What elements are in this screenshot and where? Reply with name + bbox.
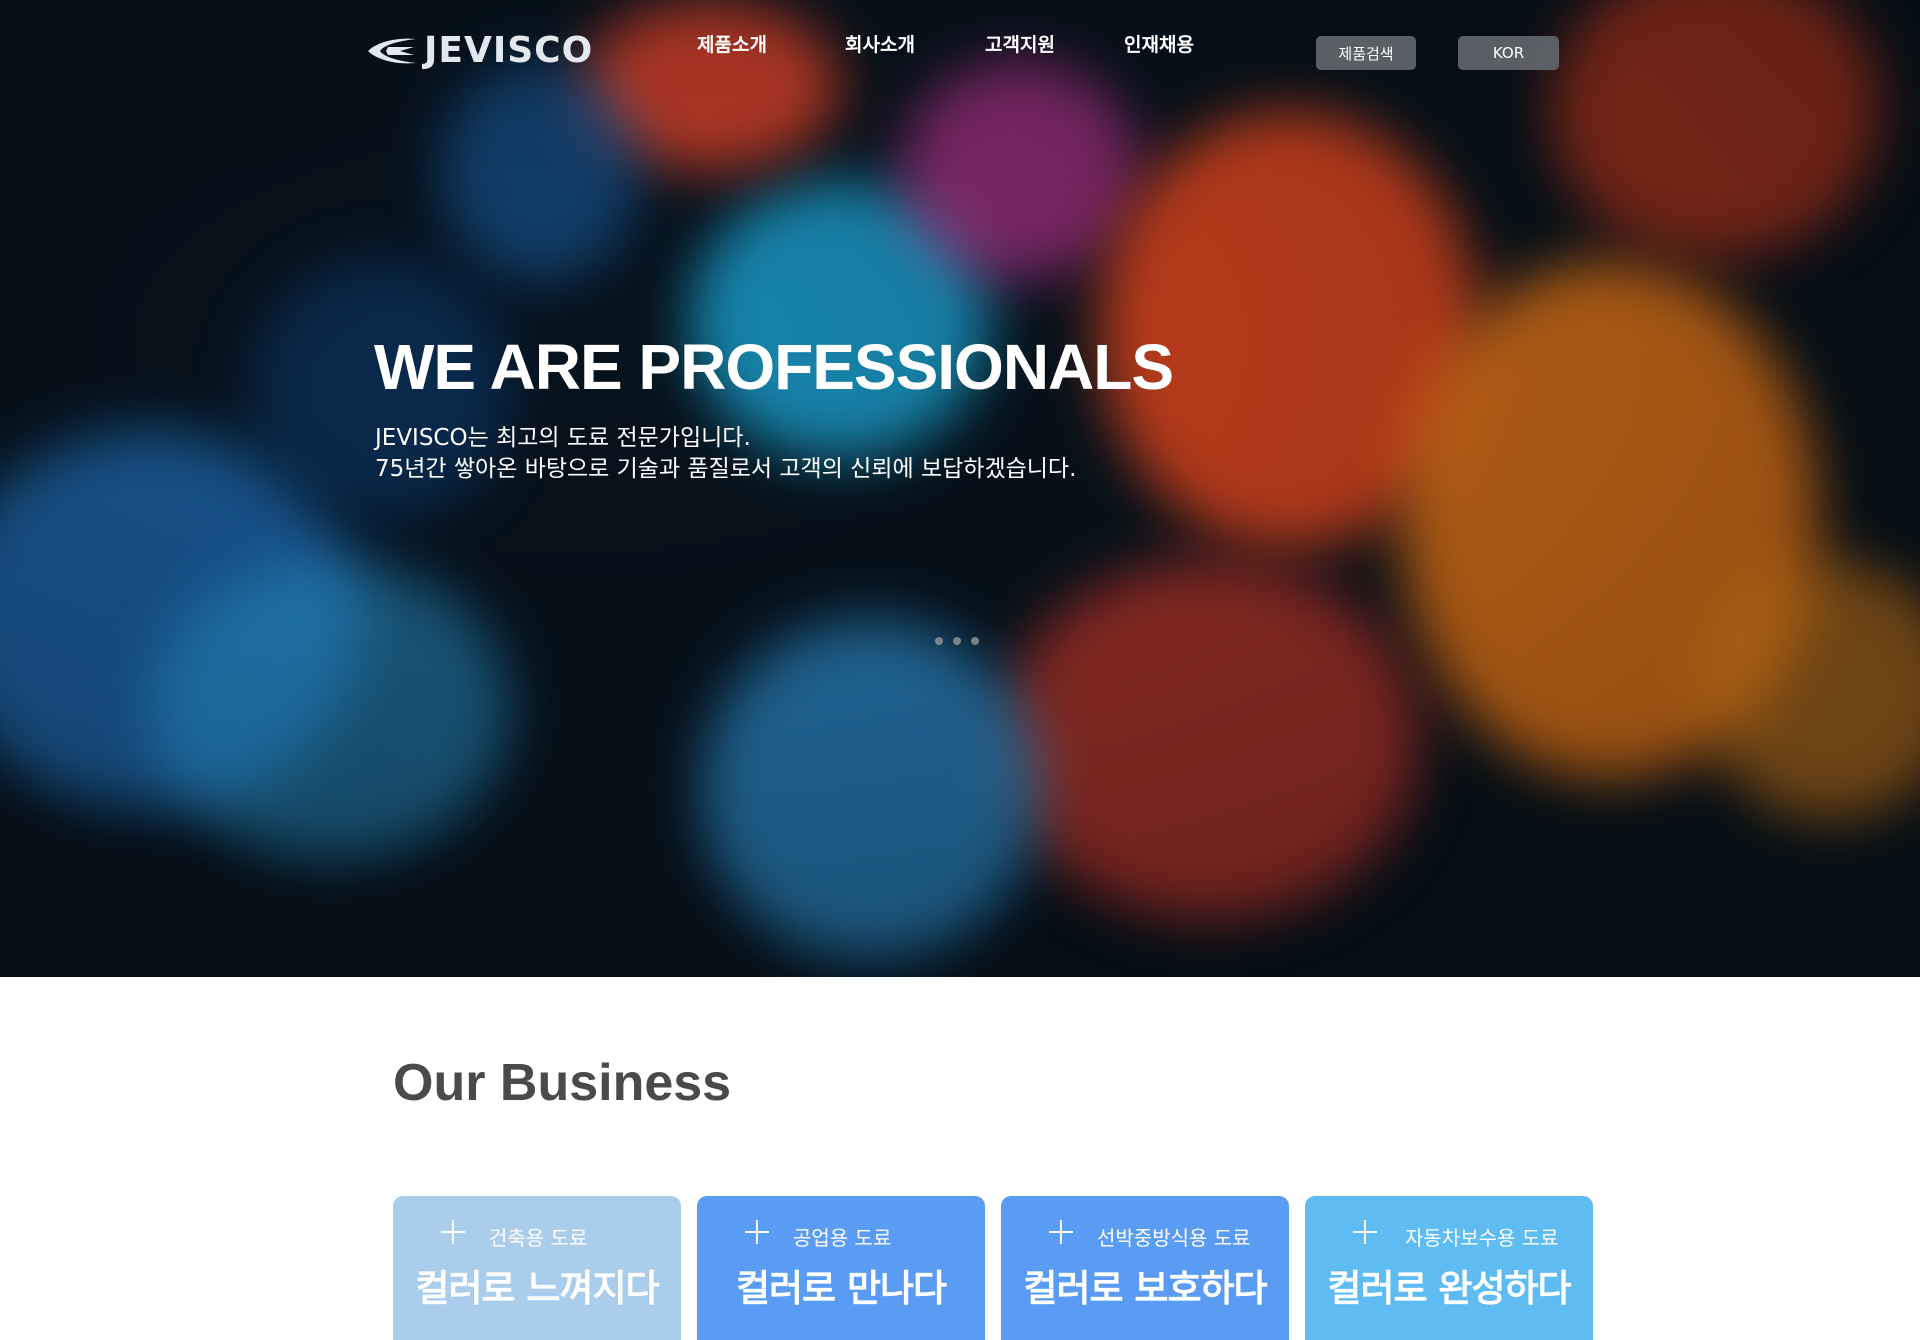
logo[interactable]: JEVISCO <box>364 30 593 71</box>
card-tag: 건축용 도료 <box>489 1226 588 1250</box>
menu-item-careers[interactable]: 인재채용 <box>1124 30 1194 57</box>
business-card-architectural[interactable]: 건축용 도료 컬러로 느껴지다 <box>393 1196 681 1340</box>
plus-icon <box>745 1220 769 1244</box>
business-card-automotive[interactable]: 자동차보수용 도료 컬러로 완성하다 <box>1305 1196 1593 1340</box>
hero-headline: WE ARE PROFESSIONALS <box>374 331 1174 403</box>
language-button[interactable]: KOR <box>1458 36 1559 70</box>
menu-item-products[interactable]: 제품소개 <box>697 30 767 57</box>
menu-item-support[interactable]: 고객지원 <box>985 30 1055 57</box>
plus-icon <box>441 1220 465 1244</box>
plus-icon <box>1353 1220 1377 1244</box>
card-tag: 자동차보수용 도료 <box>1405 1226 1559 1250</box>
hero-overlay <box>0 0 1920 977</box>
card-title: 컬러로 완성하다 <box>1327 1267 1571 1310</box>
slider-dot[interactable] <box>935 637 943 645</box>
product-search-button[interactable]: 제품검색 <box>1316 36 1416 70</box>
business-cards: 건축용 도료 컬러로 느껴지다 공업용 도료 컬러로 만나다 선박중방식용 도료… <box>393 1196 1593 1340</box>
card-title: 컬러로 보호하다 <box>1023 1267 1267 1310</box>
hero-description-line2: 75년간 쌓아온 바탕으로 기술과 품질로서 고객의 신뢰에 보답하겠습니다. <box>375 456 1077 482</box>
card-title: 컬러로 느껴지다 <box>415 1267 659 1310</box>
top-navigation: JEVISCO 제품소개 회사소개 고객지원 인재채용 제품검색 KOR <box>0 0 1920 100</box>
slider-dot[interactable] <box>971 637 979 645</box>
logo-swoosh-icon <box>368 38 416 63</box>
business-card-marine[interactable]: 선박중방식용 도료 컬러로 보호하다 <box>1001 1196 1289 1340</box>
business-card-industrial[interactable]: 공업용 도료 컬러로 만나다 <box>697 1196 985 1340</box>
card-title: 컬러로 만나다 <box>735 1267 947 1310</box>
hero-description-line1: JEVISCO는 최고의 도료 전문가입니다. <box>375 425 751 451</box>
plus-icon <box>1049 1220 1073 1244</box>
card-tag: 공업용 도료 <box>793 1226 892 1250</box>
slider-pagination <box>935 637 979 645</box>
hero-banner: JEVISCO 제품소개 회사소개 고객지원 인재채용 제품검색 KOR WE … <box>0 0 1920 977</box>
slider-dot[interactable] <box>953 637 961 645</box>
menu-item-company[interactable]: 회사소개 <box>845 30 915 57</box>
logo-text: JEVISCO <box>424 30 594 71</box>
card-tag: 선박중방식용 도료 <box>1097 1226 1251 1250</box>
section-title: Our Business <box>393 1054 732 1112</box>
